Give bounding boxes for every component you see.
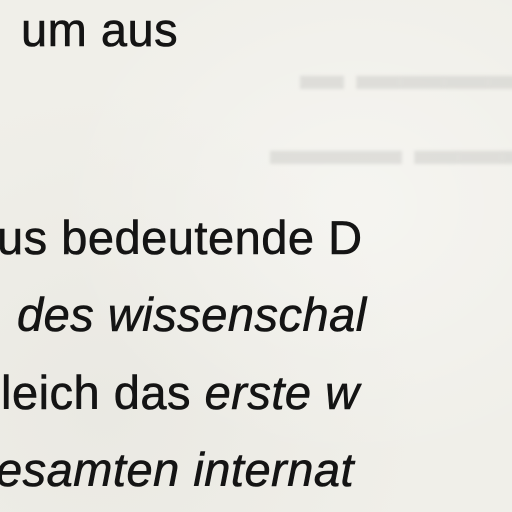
text-segment-italic: des wissenschal <box>17 288 367 341</box>
text-line-1: um aus <box>21 3 179 56</box>
text-line-4: leich das erste w <box>1 366 360 419</box>
text-line-2: us bedeutende D <box>0 211 363 264</box>
text-line-5: esamten internat <box>0 443 355 496</box>
bleed-through-decoration: ▬▬▬ ▬▬▬ <box>270 125 512 174</box>
bleed-through-decoration: ▬▬ ▬▬▬▬ ▬ <box>300 50 512 99</box>
text-segment-italic: esamten internat <box>0 443 355 496</box>
document-page: ▬▬ ▬▬▬▬ ▬ ▬▬▬ ▬▬▬ um aus us bedeutende D… <box>0 0 512 512</box>
text-segment: leich das <box>1 366 205 419</box>
text-segment-italic: erste w <box>204 366 360 419</box>
text-segment: um aus <box>21 3 179 56</box>
text-segment: us bedeutende D <box>0 211 363 264</box>
text-line-3: des wissenschal <box>17 288 367 341</box>
